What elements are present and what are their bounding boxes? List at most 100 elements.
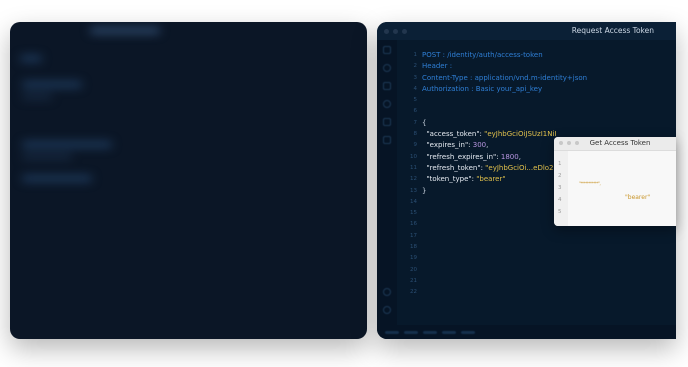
editor-title: Request Access Token: [571, 26, 654, 35]
code-token: "refresh_token":: [422, 163, 486, 172]
line-number: 4: [413, 85, 418, 92]
line-number: 20: [410, 266, 417, 273]
code-token: "eyJhbGciOiJSUzI1NiI: [484, 130, 557, 139]
line-number: 9: [413, 142, 418, 149]
code-text: Content-Type : application/vnd.m-identit…: [422, 73, 587, 84]
code-line[interactable]: 20: [397, 265, 676, 276]
code-line[interactable]: 18: [397, 242, 676, 253]
code-line[interactable]: 4 Authorization : Basic your_api_key: [397, 84, 676, 95]
extensions-icon[interactable]: [383, 118, 391, 126]
code-line[interactable]: 6: [397, 106, 676, 117]
code-line[interactable]: 2 Header :: [397, 61, 676, 72]
blurred-item: [22, 82, 82, 87]
line-number: 5: [413, 97, 418, 104]
code-token: 300: [472, 141, 487, 150]
code-line[interactable]: 17: [397, 231, 676, 242]
code-text: Header :: [422, 61, 452, 72]
status-item: [423, 330, 437, 334]
access-token-popup: Get Access Token 1 2 3 4 5 "***********"…: [554, 137, 676, 226]
code-line[interactable]: 19: [397, 253, 676, 264]
panel-icon[interactable]: [383, 136, 391, 144]
minimize-dot[interactable]: [393, 28, 398, 34]
masked-token-value: "***********",: [579, 181, 601, 186]
window-controls[interactable]: [384, 28, 407, 34]
popup-titlebar: Get Access Token: [554, 137, 676, 151]
line-number: 13: [410, 187, 417, 194]
code-text: POST : /identity/auth/access-token: [422, 50, 543, 61]
popup-title: Get Access Token: [589, 139, 651, 147]
files-icon[interactable]: [383, 46, 391, 54]
code-token: Content-Type : application/vnd.m-identit…: [422, 73, 588, 82]
code-text: Authorization : Basic your_api_key: [422, 84, 542, 95]
branch-icon[interactable]: [383, 82, 391, 90]
status-item: [442, 330, 456, 334]
line-number: 2: [413, 63, 418, 70]
gear-icon[interactable]: [383, 306, 391, 314]
code-line[interactable]: 21: [397, 276, 676, 287]
popup-line-number: 1: [558, 161, 562, 167]
code-line[interactable]: 1 POST : /identity/auth/access-token: [397, 50, 676, 61]
close-dot[interactable]: [384, 28, 389, 34]
background-window: [10, 22, 367, 339]
line-number: 8: [413, 131, 418, 138]
popup-gutter: 1 2 3 4 5: [554, 151, 568, 226]
blurred-item: [22, 154, 72, 159]
line-number: 11: [410, 164, 417, 171]
code-token: Authorization : Basic your_api_key: [422, 84, 543, 93]
status-item: [461, 330, 475, 334]
code-text: "access_token": "eyJhbGciOiJSUzI1NiI: [422, 129, 557, 140]
code-token: {: [422, 118, 427, 127]
code-token: "refresh_expires_in":: [422, 152, 501, 161]
code-line[interactable]: 22: [397, 287, 676, 298]
status-item: [404, 330, 418, 334]
blurred-item: [20, 56, 42, 61]
blurred-item: [22, 94, 52, 99]
popup-line-number: 4: [558, 197, 562, 203]
code-text: "refresh_token": "eyJhbGciOi...eDlo2: [422, 163, 554, 174]
search-icon[interactable]: [383, 64, 391, 72]
line-number: 1: [413, 52, 418, 58]
code-token: }: [422, 186, 427, 195]
code-text: {: [422, 118, 426, 129]
code-line[interactable]: 3 Content-Type : application/vnd.m-identi…: [397, 73, 676, 84]
blurred-content: [10, 22, 367, 339]
code-token: "token_type":: [422, 175, 477, 184]
code-text: "token_type": "bearer": [422, 174, 506, 185]
status-item: [385, 330, 399, 334]
code-text: "refresh_expires_in": 1800,: [422, 152, 521, 163]
line-number: 21: [410, 277, 417, 284]
popup-line-number: 3: [558, 185, 562, 191]
maximize-dot[interactable]: [402, 28, 407, 34]
code-text: "expires_in": 300,: [422, 140, 488, 151]
line-number: 22: [410, 289, 417, 296]
line-number: 19: [410, 255, 417, 262]
code-token: "bearer": [476, 175, 506, 184]
debug-icon[interactable]: [383, 100, 391, 108]
code-line[interactable]: 7{: [397, 118, 676, 129]
line-number: 14: [410, 198, 417, 205]
line-number: 7: [413, 119, 418, 126]
code-token: 1800: [500, 152, 519, 161]
line-number: 6: [413, 108, 418, 115]
popup-line-number: 5: [558, 209, 562, 215]
editor-titlebar: Request Access Token: [377, 22, 676, 40]
code-line[interactable]: 5: [397, 95, 676, 106]
account-icon[interactable]: [383, 288, 391, 296]
code-token: POST : /identity/auth/access-token: [422, 51, 543, 59]
code-token: ,: [486, 141, 489, 150]
code-text: }: [422, 186, 426, 197]
code-token: ,: [518, 152, 521, 161]
status-bar: [377, 325, 676, 339]
token-type-value: "bearer": [625, 194, 651, 201]
code-token: "access_token":: [422, 130, 485, 139]
activity-bar: [377, 40, 397, 325]
blurred-title: [90, 28, 160, 33]
code-token: "eyJhbGciOi...eDlo2: [485, 163, 554, 172]
line-number: 16: [410, 221, 417, 228]
line-number: 17: [410, 232, 417, 239]
line-number: 3: [413, 74, 418, 81]
code-token: Header :: [422, 62, 453, 71]
line-number: 12: [410, 176, 417, 183]
popup-line-number: 2: [558, 173, 562, 179]
blurred-item: [22, 176, 92, 181]
